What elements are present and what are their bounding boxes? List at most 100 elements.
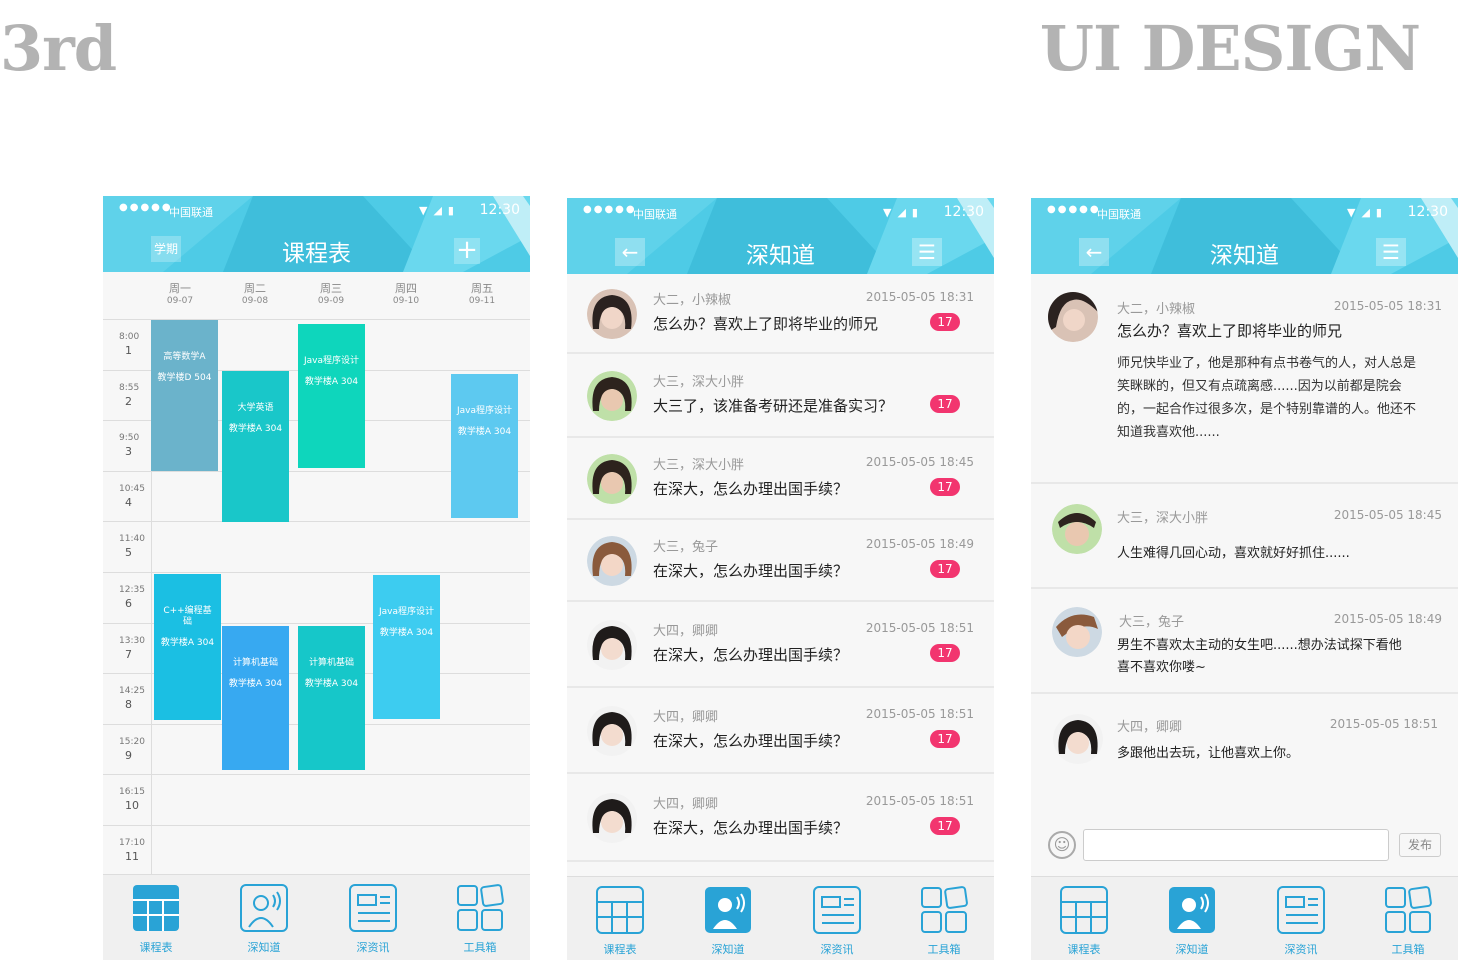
tab-bar: 课程表 深知道 深资讯 工具箱 [567,876,994,960]
menu-button[interactable]: ☰ [912,238,942,266]
question-item[interactable]: 大三，深大小胖 大三了，该准备考研还是准备实习？ 17 [567,354,994,438]
day-header[interactable]: 周四 09-10 [376,282,436,308]
tab-label: 工具箱 [1391,943,1425,956]
status-time: 12:30 [479,202,520,218]
time-slot: 17:10 11 [103,826,530,877]
toolbox-icon [921,886,968,933]
grid-icon [1060,886,1108,934]
tab-toolbox[interactable]: 工具箱 [1373,885,1443,957]
avatar-image [587,454,637,504]
tab-toolbox[interactable]: 工具箱 [909,885,979,957]
tab-zhidao[interactable]: 深知道 [693,885,763,957]
tab-news[interactable]: 深资讯 [802,885,872,957]
question-item[interactable]: 大三，兔子 2015-05-05 18:49 在深大，怎么办理出国手续？ 17 [567,520,994,602]
tab-schedule[interactable]: 课程表 [1049,885,1119,957]
course-block[interactable]: C++编程基础 教学楼A 304 [154,574,221,720]
avatar-image [587,706,637,756]
tab-label: 深知道 [711,943,745,956]
question-text: 在深大，怎么办理出国手续？ [653,480,849,498]
question-item[interactable]: 大二，小辣椒 2015-05-05 18:31 怎么办？喜欢上了即将毕业的师兄 17 [567,274,994,354]
course-block[interactable]: 大学英语 教学楼A 304 [222,371,289,522]
reply-count-badge: 17 [930,817,960,835]
avatar[interactable] [1052,607,1102,657]
question-time: 2015-05-05 18:45 [865,455,974,469]
avatar-image [1053,714,1103,764]
question-item[interactable]: 大四，卿卿 2015-05-05 18:51 在深大，怎么办理出国手续？ 17 [567,602,994,688]
avatar-image [1052,607,1102,657]
question-text: 在深大，怎么办理出国手续？ [653,732,849,750]
avatar[interactable] [587,536,637,586]
reply-count-badge: 17 [930,644,960,662]
post-time: 2015-05-05 18:31 [1333,299,1442,313]
news-icon [349,884,397,932]
course-block[interactable]: 计算机基础 教学楼A 304 [298,626,365,770]
tab-news[interactable]: 深资讯 [1266,885,1336,957]
avatar-image [587,371,637,421]
question-author: 大三，深大小胖 [653,375,745,390]
tab-zhidao[interactable]: 深知道 [1157,885,1227,957]
avatar[interactable] [587,371,637,421]
add-course-button[interactable]: + [454,237,480,264]
phone-feed: ●●●●● 中国联通 ▼◢▮ 12:30 ← 深知道 ☰ 大二，小辣椒 2015-… [567,198,994,960]
top-bar: ●●●●● 中国联通 ▼◢▮ 12:30 ← 深知道 ☰ [567,198,994,274]
toolbox-icon [1385,886,1432,933]
avatar-image [587,620,637,670]
reply-count-badge: 17 [930,560,960,578]
avatar[interactable] [587,706,637,756]
avatar[interactable] [587,620,637,670]
status-bar: ●●●●● 中国联通 ▼◢▮ 12:30 [567,198,994,228]
avatar[interactable] [587,454,637,504]
emoji-icon[interactable]: ☺ [1048,831,1076,859]
question-time: 2015-05-05 18:51 [865,621,974,635]
tab-schedule[interactable]: 课程表 [585,885,655,957]
reply-author: 大四，卿卿 [1117,720,1183,735]
signal-dots: ●●●●● [583,204,637,215]
course-block[interactable]: Java程序设计 教学楼A 304 [298,324,365,468]
reply-time: 2015-05-05 18:49 [1333,612,1442,626]
avatar[interactable] [1048,292,1098,342]
avatar-image [587,793,637,843]
toolbox-icon [457,884,504,931]
avatar[interactable] [1052,504,1102,554]
question-author: 大二，小辣椒 [653,293,732,308]
avatar[interactable] [587,289,637,339]
tab-toolbox[interactable]: 工具箱 [445,883,515,955]
day-header[interactable]: 周五 09-11 [452,282,512,308]
course-block[interactable]: 高等数学A 教学楼D 504 [151,320,218,471]
reply-count-badge: 17 [930,395,960,413]
top-bar: ●●●●● 中国联通 ▼◢▮ 12:30 ← 深知道 ☰ [1031,198,1458,274]
wifi-battery-icon: ▼◢▮ [883,206,924,219]
course-block[interactable]: 计算机基础 教学楼A 304 [222,626,289,770]
day-header[interactable]: 周三 09-09 [301,282,361,308]
person-wave-icon [1169,887,1215,933]
avatar-image [1052,504,1102,554]
avatar[interactable] [1053,714,1103,764]
tab-news[interactable]: 深资讯 [338,883,408,955]
question-item[interactable]: 大四，卿卿 2015-05-05 18:51 在深大，怎么办理出国手续？ 17 [567,688,994,774]
course-block[interactable]: Java程序设计 教学楼A 304 [451,374,518,518]
tab-schedule[interactable]: 课程表 [121,883,191,955]
reply-item: 大四，卿卿 2015-05-05 18:51 多跟他出去玩，让他喜欢上你。 [1031,694,1458,800]
news-icon [813,886,861,934]
question-author: 大四，卿卿 [653,710,719,725]
question-item[interactable]: 大三，深大小胖 2015-05-05 18:45 在深大，怎么办理出国手续？ 17 [567,438,994,520]
question-item[interactable]: 大四，卿卿 2015-05-05 18:51 在深大，怎么办理出国手续？ 17 [567,774,994,862]
wifi-battery-icon: ▼◢▮ [419,204,460,217]
phone-schedule: ●●●●● 中国联通 ▼◢▮ 12:30 学期 课程表 + 周一 09-07 周二… [103,196,530,960]
tab-label: 课程表 [1067,943,1101,956]
avatar-image [587,536,637,586]
avatar[interactable] [587,793,637,843]
reply-input[interactable] [1083,829,1389,861]
reply-author: 大三，深大小胖 [1117,511,1209,526]
header-left-title: 3rd [0,12,117,85]
time-slot: 11:40 5 [103,522,530,573]
post-author: 大二，小辣椒 [1117,302,1196,317]
question-author: 大三，兔子 [653,540,719,555]
menu-button[interactable]: ☰ [1376,238,1406,266]
day-header[interactable]: 周一 09-07 [150,282,210,308]
publish-button[interactable]: 发布 [1399,833,1441,857]
tab-zhidao[interactable]: 深知道 [229,883,299,955]
course-block[interactable]: Java程序设计 教学楼A 304 [373,575,440,719]
status-bar: ●●●●● 中国联通 ▼◢▮ 12:30 [1031,198,1458,228]
day-header[interactable]: 周二 09-08 [225,282,285,308]
